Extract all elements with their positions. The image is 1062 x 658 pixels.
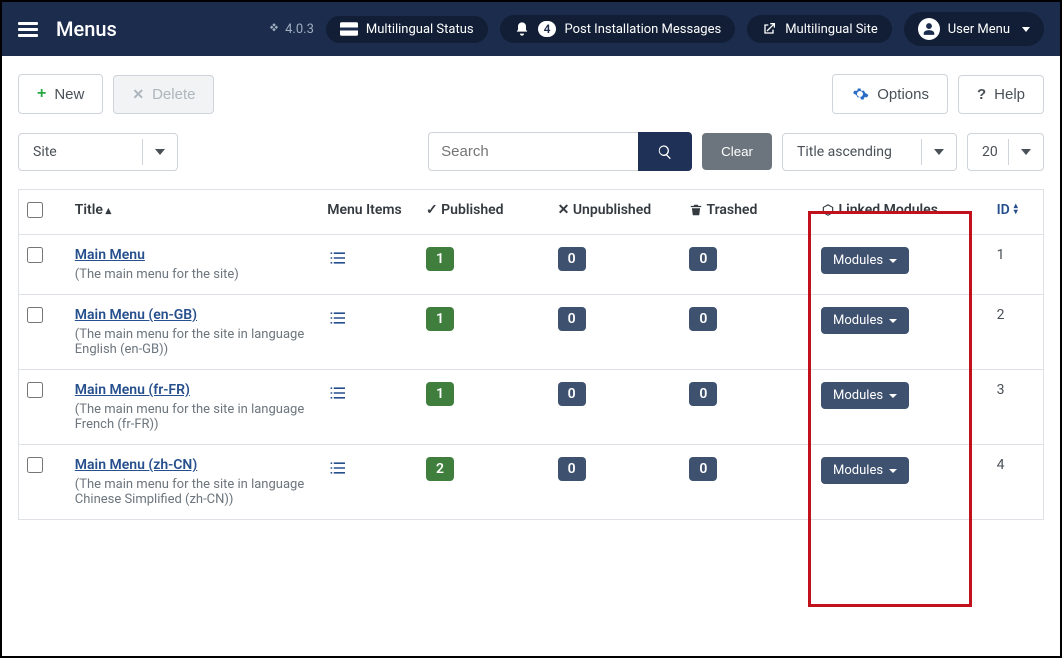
- row-id: 3: [989, 370, 1044, 445]
- pill-multilingual-site[interactable]: Multilingual Site: [747, 15, 892, 43]
- search-icon: [657, 144, 673, 160]
- lang-icon: [340, 22, 358, 36]
- table-wrap: Title Menu Items Published Unpublished T…: [2, 189, 1060, 536]
- new-button[interactable]: + New: [18, 74, 103, 114]
- trashed-count[interactable]: 0: [689, 457, 717, 481]
- menu-description: (The main menu for the site in language …: [75, 402, 311, 432]
- topbar: Menus 4.0.3 Multilingual Status 4 Post I…: [2, 2, 1060, 56]
- unpublished-count[interactable]: 0: [558, 457, 586, 481]
- unpublished-count[interactable]: 0: [558, 307, 586, 331]
- row-id: 1: [989, 235, 1044, 295]
- table-row: Main Menu (fr-FR) (The main menu for the…: [19, 370, 1044, 445]
- published-count[interactable]: 1: [426, 247, 454, 271]
- check-icon: [426, 202, 438, 218]
- options-button[interactable]: Options: [832, 74, 948, 114]
- x-icon: ✕: [132, 86, 144, 103]
- pagesize-select[interactable]: 20: [967, 133, 1044, 171]
- menu-title-link[interactable]: Main Menu: [75, 247, 145, 263]
- table-header-row: Title Menu Items Published Unpublished T…: [19, 190, 1044, 235]
- modules-dropdown[interactable]: Modules: [821, 307, 909, 334]
- table-row: Main Menu (The main menu for the site) 1…: [19, 235, 1044, 295]
- list-icon[interactable]: [327, 247, 347, 268]
- menu-title-link[interactable]: Main Menu (en-GB): [75, 307, 197, 323]
- col-id[interactable]: ID: [989, 190, 1044, 235]
- select-all-checkbox[interactable]: [27, 202, 43, 218]
- menus-table: Title Menu Items Published Unpublished T…: [18, 189, 1044, 520]
- col-menu-items: Menu Items: [319, 190, 418, 235]
- list-icon[interactable]: [327, 382, 347, 403]
- search-group: [428, 132, 692, 171]
- chevron-down-icon: [921, 139, 956, 165]
- row-checkbox[interactable]: [27, 247, 43, 263]
- help-button[interactable]: ? Help: [958, 75, 1044, 114]
- row-id: 4: [989, 445, 1044, 520]
- clear-button[interactable]: Clear: [702, 133, 772, 170]
- menu-description: (The main menu for the site in language …: [75, 477, 311, 507]
- unpublished-count[interactable]: 0: [558, 247, 586, 271]
- chevron-down-icon: [1022, 27, 1030, 32]
- sort-arrows-icon: [1014, 203, 1018, 215]
- col-trashed: Trashed: [681, 190, 813, 235]
- row-checkbox[interactable]: [27, 307, 43, 323]
- chevron-down-icon: [142, 139, 177, 165]
- sort-select[interactable]: Title ascending: [782, 133, 957, 171]
- joomla-icon: [267, 22, 281, 36]
- trashed-count[interactable]: 0: [689, 247, 717, 271]
- pill-post-install[interactable]: 4 Post Installation Messages: [500, 15, 736, 43]
- list-icon[interactable]: [327, 457, 347, 478]
- search-button[interactable]: [638, 132, 692, 171]
- table-row: Main Menu (zh-CN) (The main menu for the…: [19, 445, 1044, 520]
- client-select[interactable]: Site: [18, 133, 178, 171]
- external-link-icon: [761, 21, 777, 37]
- row-checkbox[interactable]: [27, 457, 43, 473]
- plus-icon: +: [37, 85, 46, 103]
- delete-button[interactable]: ✕ Delete: [113, 75, 214, 114]
- toolbar: + New ✕ Delete Options ? Help: [2, 56, 1060, 132]
- user-avatar-icon: [918, 18, 940, 40]
- col-linked-modules: Linked Modules: [813, 190, 989, 235]
- trashed-count[interactable]: 0: [689, 307, 717, 331]
- list-icon[interactable]: [327, 307, 347, 328]
- row-id: 2: [989, 295, 1044, 370]
- x-icon: [558, 202, 570, 218]
- filter-bar: Site Clear Title ascending 20: [2, 132, 1060, 189]
- menu-description: (The main menu for the site): [75, 267, 311, 282]
- modules-dropdown[interactable]: Modules: [821, 382, 909, 409]
- row-checkbox[interactable]: [27, 382, 43, 398]
- pill-user-menu[interactable]: User Menu: [904, 12, 1044, 46]
- hamburger-icon[interactable]: [18, 22, 38, 37]
- col-title[interactable]: Title: [67, 190, 319, 235]
- page-title: Menus: [56, 17, 117, 41]
- menu-description: (The main menu for the site in language …: [75, 327, 311, 357]
- menu-title-link[interactable]: Main Menu (fr-FR): [75, 382, 190, 398]
- col-unpublished: Unpublished: [550, 190, 682, 235]
- pill-multilingual-status[interactable]: Multilingual Status: [326, 16, 488, 43]
- cube-icon: [821, 203, 835, 217]
- published-count[interactable]: 2: [426, 457, 454, 481]
- question-icon: ?: [977, 86, 986, 103]
- gear-icon: [851, 85, 869, 103]
- search-input[interactable]: [428, 132, 638, 171]
- post-install-count: 4: [538, 21, 557, 37]
- unpublished-count[interactable]: 0: [558, 382, 586, 406]
- modules-dropdown[interactable]: Modules: [821, 457, 909, 484]
- table-row: Main Menu (en-GB) (The main menu for the…: [19, 295, 1044, 370]
- trash-icon: [689, 203, 703, 217]
- modules-dropdown[interactable]: Modules: [821, 247, 909, 274]
- col-published: Published: [418, 190, 550, 235]
- joomla-version[interactable]: 4.0.3: [267, 22, 314, 37]
- published-count[interactable]: 1: [426, 382, 454, 406]
- published-count[interactable]: 1: [426, 307, 454, 331]
- col-check: [19, 190, 67, 235]
- bell-icon: [514, 21, 530, 37]
- chevron-down-icon: [1008, 139, 1043, 165]
- trashed-count[interactable]: 0: [689, 382, 717, 406]
- menu-title-link[interactable]: Main Menu (zh-CN): [75, 457, 197, 473]
